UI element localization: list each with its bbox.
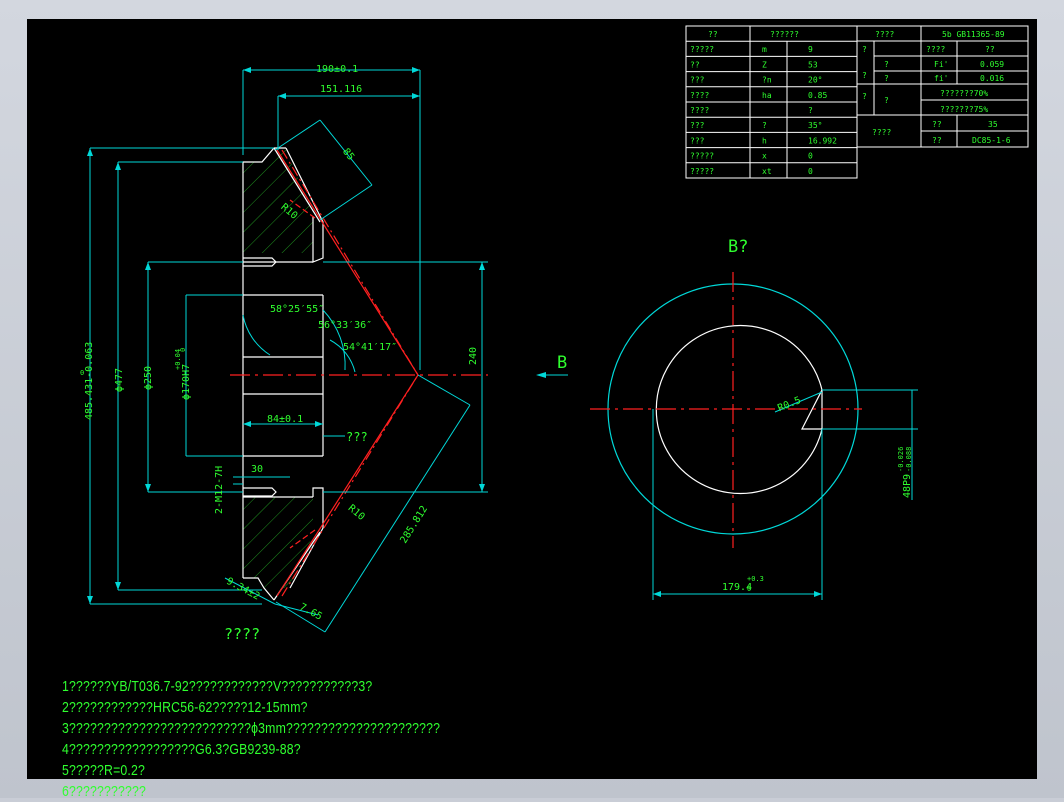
- hub-view-title: B?: [728, 237, 748, 257]
- tr-r0c3: ??: [985, 45, 995, 54]
- note-6: 6???????????: [62, 783, 147, 800]
- dim-phi250: ϕ250: [143, 366, 154, 390]
- param-cell-6-0: ???: [690, 121, 705, 130]
- param-cell-3-2: 20°: [808, 76, 822, 85]
- param-cell-4-0: ????: [690, 91, 709, 100]
- param-cell-5-2: ?: [808, 106, 813, 115]
- note-2: 2????????????HRC56-62?????12-15mm?: [62, 699, 308, 716]
- dim-240: 240: [468, 347, 479, 365]
- drawing-canvas[interactable]: ????????????? m 9?? Z 53??? ?n 20°???? ha 0.85??…: [27, 19, 1037, 800]
- dim-angle-3: 54°41′17″: [343, 342, 397, 353]
- dim-phi170-tol0: 0: [179, 348, 187, 352]
- section-hatch: [243, 148, 313, 588]
- param-cell-3-0: ???: [690, 76, 705, 85]
- param-cell-4-2: 0.85: [808, 91, 827, 100]
- dim-934: 9.34±2: [224, 576, 261, 603]
- dim-1794-tol: +0.3: [747, 575, 764, 583]
- note-5: 5?????R=0.2?: [62, 762, 146, 779]
- dim-151: 151.116: [320, 84, 362, 95]
- param-cell-0-0: ??: [708, 30, 718, 39]
- dim-48: 48P9: [902, 474, 913, 498]
- tr-r2c1: ?: [884, 74, 889, 83]
- param-cell-6-1: ?: [762, 121, 767, 130]
- param-cell-5-0: ????: [690, 106, 709, 115]
- view-b-arrow: B: [536, 353, 568, 378]
- dim-84: 84±0.1: [267, 414, 303, 425]
- param-cell-9-1: xt: [762, 167, 772, 176]
- technical-notes: 1??????YB/T036.7-92????????????V????????…: [62, 676, 523, 802]
- param-cell-4-1: ha: [762, 91, 772, 100]
- param-cell-8-0: ?????: [690, 152, 714, 161]
- param-cell-9-0: ?????: [690, 167, 714, 176]
- dim-r05: R0.5: [776, 395, 802, 414]
- param-cell-8-1: x: [762, 152, 767, 161]
- view-b-label: B: [557, 353, 567, 373]
- tr-r6c1: ??: [932, 136, 942, 145]
- tr-header-0: ????: [875, 30, 894, 39]
- param-cell-3-1: ?n: [762, 76, 772, 85]
- parameter-table-text: ????????????? m 9?? Z 53??? ?n 20°???? ha 0.85??…: [690, 30, 837, 176]
- tr-r1c1: ?: [884, 60, 889, 69]
- param-cell-2-0: ??: [690, 60, 700, 69]
- param-cell-0-1: ??????: [770, 30, 799, 39]
- note-3: 3??????????????????????????ϕ3mm?????????…: [62, 720, 441, 737]
- dim-angle-2: 56°33′36″: [318, 320, 372, 331]
- dim-48-tol2: -0.088: [905, 447, 913, 472]
- tr-r5c1: ??: [932, 120, 942, 129]
- dim-85: 85: [340, 146, 356, 162]
- tr-r1c2: Fi': [934, 60, 948, 69]
- precision-table-text: ???? 5b GB11365-89 ? ???? ?? ? ? Fi' 0.0…: [862, 30, 1011, 145]
- dim-765: 7.65: [297, 602, 323, 623]
- section-note-qmarks: ???: [346, 430, 368, 444]
- gear-drawing: ????????????? m 9?? Z 53??? ?n 20°???? ha 0.85??…: [80, 25, 1029, 643]
- dim-r10-bottom: R10: [346, 503, 367, 523]
- tr-header-1: 5b GB11365-89: [942, 30, 1005, 39]
- dim-485: 485.431-0.063: [84, 342, 95, 420]
- dim-phi170: ϕ170H7: [181, 364, 192, 400]
- param-cell-7-2: 16.992: [808, 136, 837, 145]
- param-cell-1-2: 9: [808, 45, 813, 54]
- tr-r2c3: 0.016: [980, 74, 1004, 83]
- tr-r6c2: DC85-1-6: [972, 136, 1011, 145]
- tr-r1c3: 0.059: [980, 60, 1004, 69]
- note-1: 1??????YB/T036.7-92????????????V????????…: [62, 678, 373, 695]
- tr-r0c2: ????: [926, 45, 945, 54]
- tr-r5c2: 35: [988, 120, 998, 129]
- tr-r3c1: ?: [884, 96, 889, 105]
- section-label: ????: [224, 625, 260, 643]
- tr-r0c0: ?: [862, 45, 867, 54]
- param-cell-2-1: Z: [762, 60, 767, 69]
- dim-m12: 2-M12-7H: [214, 466, 225, 514]
- tr-r3c0: ?: [862, 92, 867, 101]
- hub-view: B? R0.5 179.4 +0.3 0 48P9 -0.026 -0.088: [590, 237, 918, 600]
- dim-485-sup: 0: [80, 369, 84, 377]
- tr-r3c2: ???????70%: [940, 89, 988, 98]
- param-cell-8-2: 0: [808, 152, 813, 161]
- tr-r1c0: ?: [862, 71, 867, 80]
- param-cell-1-1: m: [762, 45, 767, 54]
- tr-r2c2: fi': [934, 74, 948, 83]
- param-cell-9-2: 0: [808, 167, 813, 176]
- param-cell-7-1: h: [762, 136, 767, 145]
- dim-1794-tol0: 0: [747, 585, 751, 593]
- tr-r5c0: ????: [872, 128, 891, 137]
- dim-190: 190±0.1: [316, 64, 358, 75]
- param-cell-1-0: ?????: [690, 45, 714, 54]
- param-cell-6-2: 35°: [808, 121, 822, 130]
- param-cell-2-2: 53: [808, 60, 818, 69]
- tr-r4c2: ???????75%: [940, 105, 988, 114]
- note-4: 4??????????????????G6.3?GB9239-88?: [62, 741, 301, 758]
- dim-30: 30: [251, 464, 263, 475]
- dim-angle-1: 58°25′55″: [270, 304, 324, 315]
- param-cell-7-0: ???: [690, 136, 705, 145]
- dim-48-tol: -0.026: [897, 447, 905, 472]
- dim-phi477: ϕ477: [114, 368, 125, 392]
